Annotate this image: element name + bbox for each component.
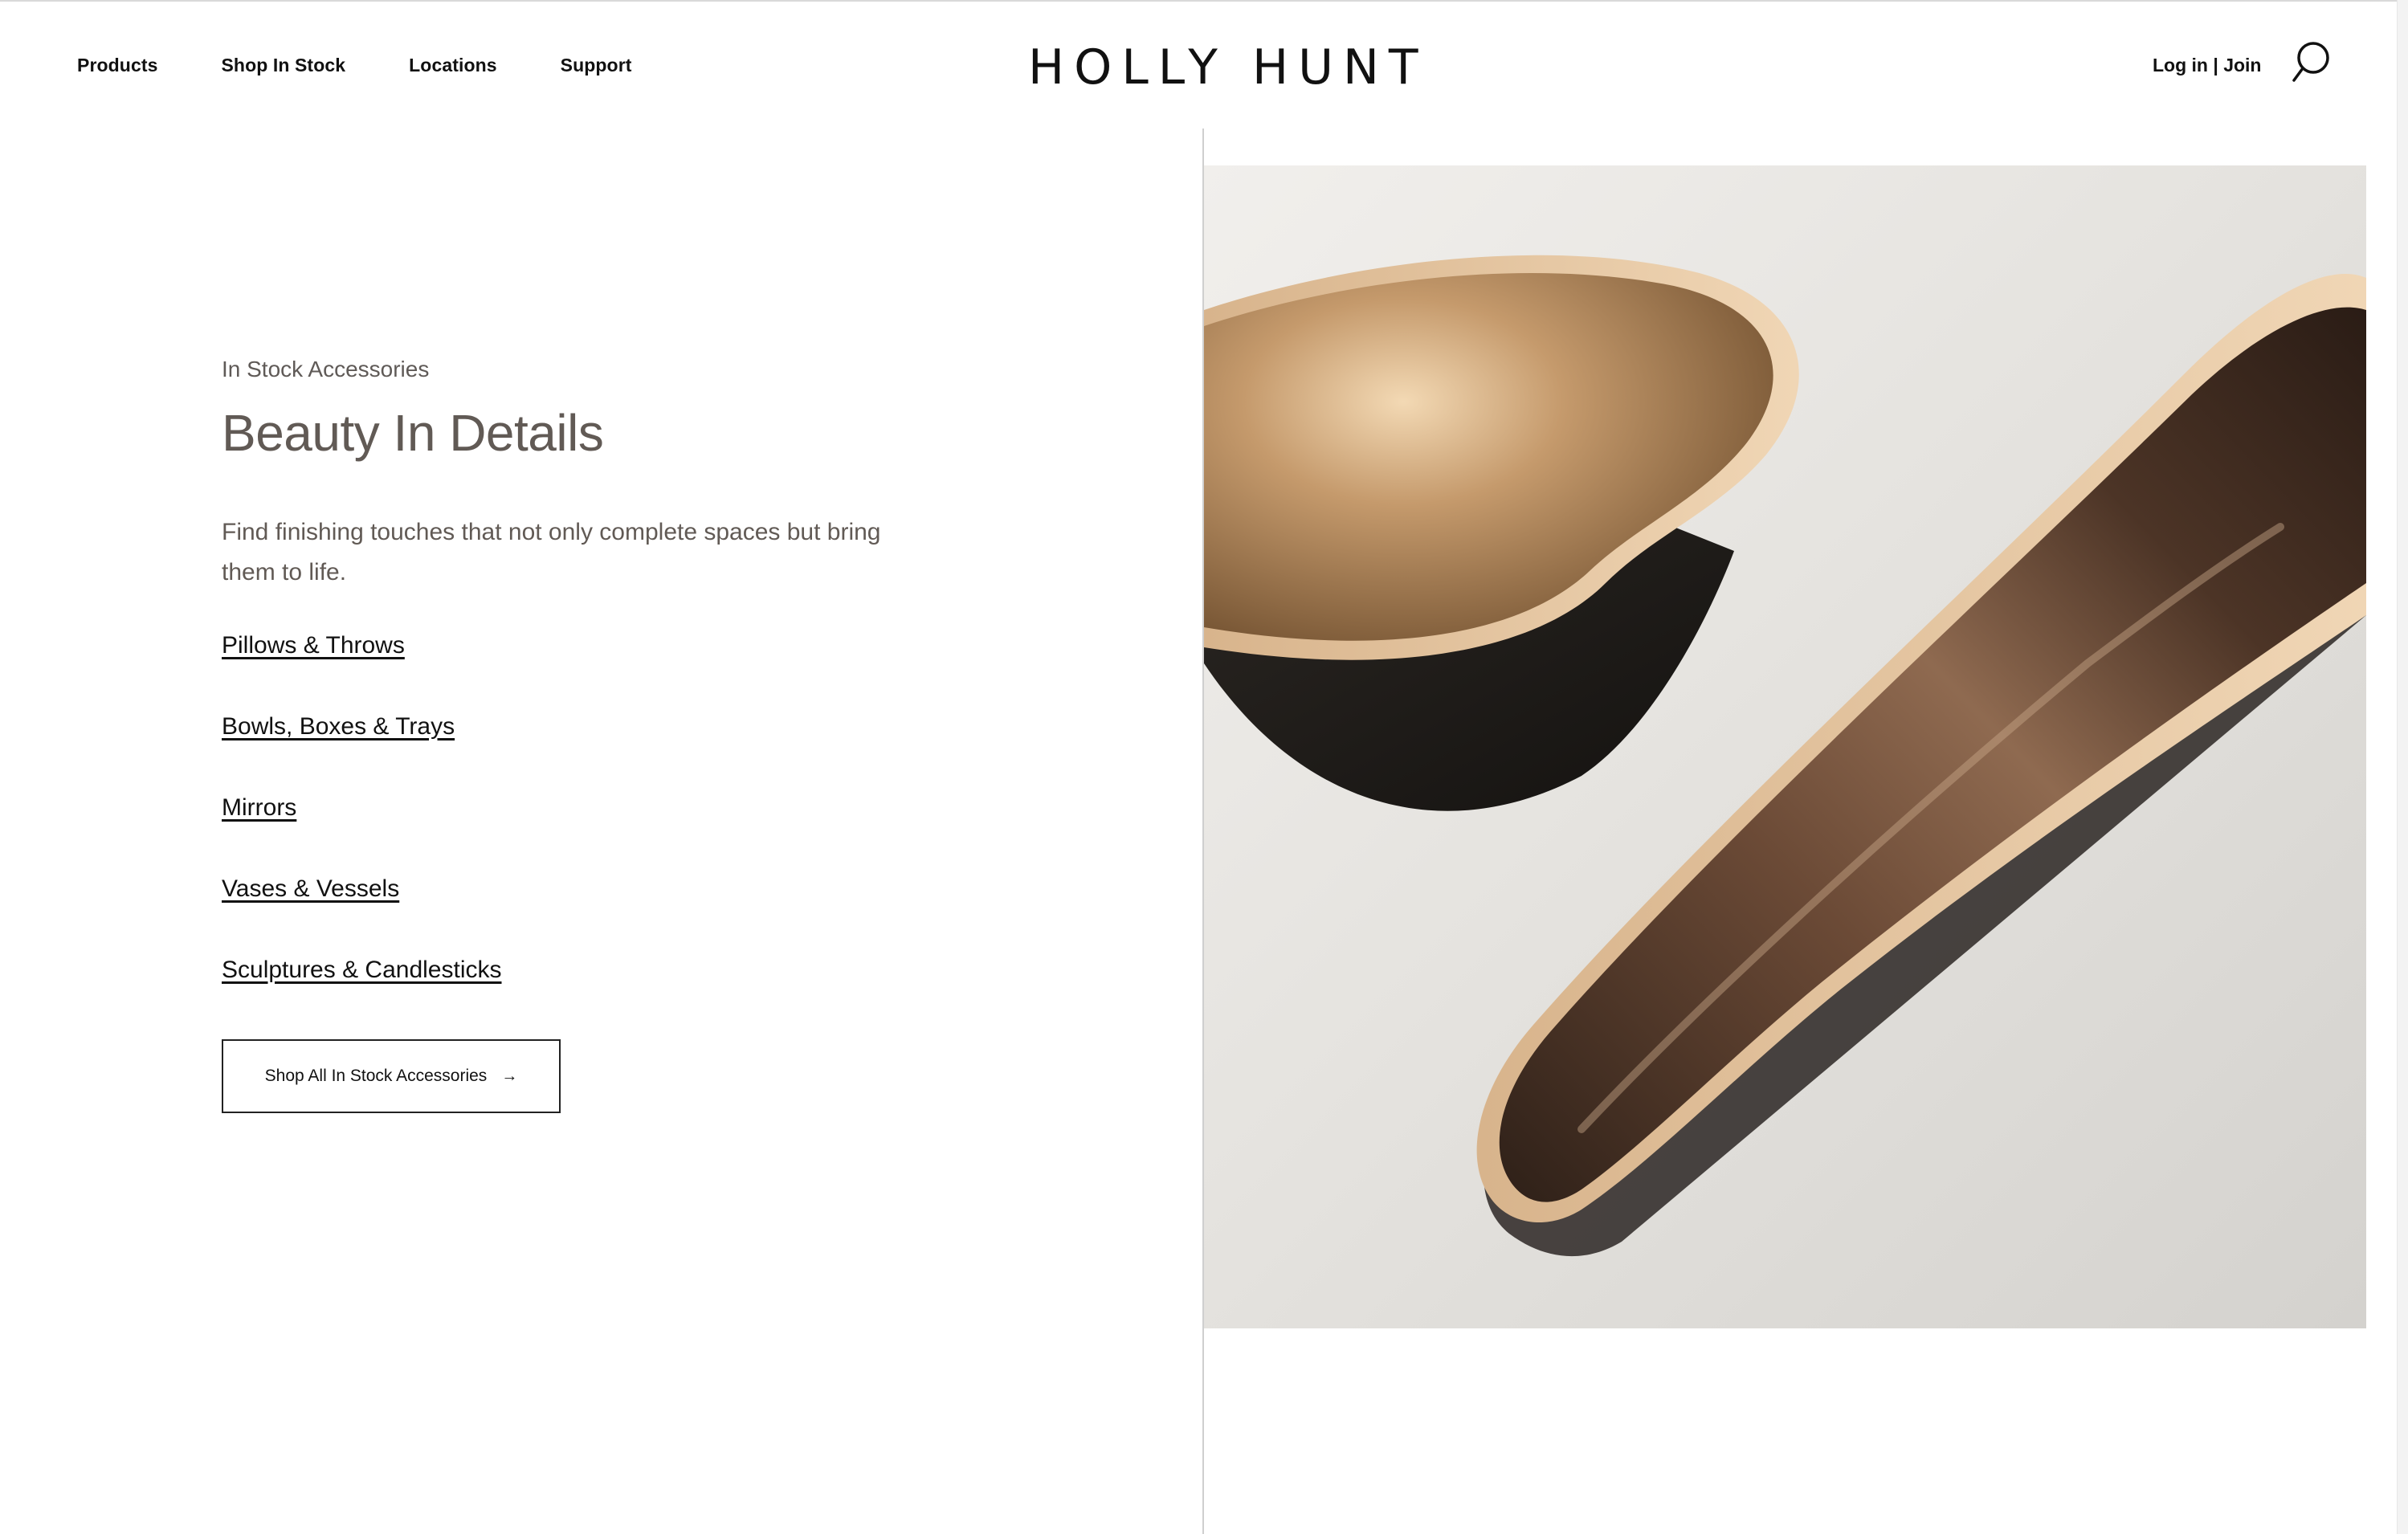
link-vases-vessels[interactable]: Vases & Vessels: [222, 873, 945, 954]
arrow-right-icon: →: [501, 1067, 518, 1085]
link-pillows-throws[interactable]: Pillows & Throws: [222, 630, 945, 711]
shop-all-accessories-button[interactable]: Shop All In Stock Accessories →: [222, 1039, 561, 1113]
page-scrollbar[interactable]: [2397, 0, 2408, 1534]
page-title: Beauty In Details: [222, 404, 604, 462]
hero-product-photo: [1204, 165, 2366, 1328]
nav-shop-in-stock[interactable]: Shop In Stock: [221, 55, 345, 76]
category-links: Pillows & Throws Bowls, Boxes & Trays Mi…: [222, 630, 945, 1035]
nav-locations[interactable]: Locations: [409, 55, 497, 76]
brand-logo[interactable]: HOLLY HUNT: [1028, 35, 1418, 100]
hero-text: In Stock Accessories Beauty In Details F…: [222, 353, 945, 1035]
link-sculptures-candlesticks[interactable]: Sculptures & Candlesticks: [222, 954, 945, 1035]
link-bowls-boxes-trays[interactable]: Bowls, Boxes & Trays: [222, 711, 945, 792]
primary-nav: Products Shop In Stock Locations Support: [77, 55, 696, 76]
section-eyebrow: In Stock Accessories: [222, 357, 430, 381]
nav-products[interactable]: Products: [77, 55, 157, 76]
link-mirrors[interactable]: Mirrors: [222, 792, 945, 873]
nav-support[interactable]: Support: [561, 55, 632, 76]
cta-label: Shop All In Stock Accessories: [264, 1067, 488, 1085]
site-header: Products Shop In Stock Locations Support…: [0, 2, 2408, 129]
search-icon[interactable]: [2291, 40, 2331, 87]
login-join-link[interactable]: Log in | Join: [2153, 55, 2261, 76]
section-description: Find finishing touches that not only com…: [222, 519, 881, 585]
